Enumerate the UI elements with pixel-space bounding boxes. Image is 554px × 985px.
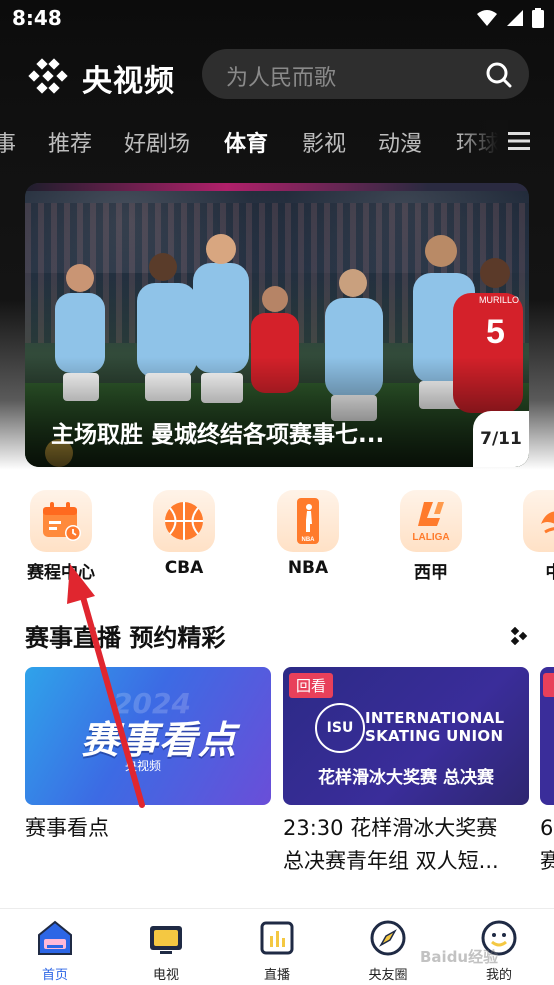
tv-icon [150,926,182,954]
banner-shade [25,357,529,467]
section-more-icon[interactable] [510,627,528,645]
quick-label: 赛程中心 [27,563,95,582]
csl-logo-icon [541,511,554,534]
replay-badge [543,673,554,697]
isu-line-1: INTERNATIONAL [365,709,505,727]
status-icons [476,8,544,28]
nav-community[interactable]: 央友圈 [348,919,428,983]
battery-icon [532,8,544,28]
tab-sports[interactable]: 体育 [224,126,268,158]
quick-label: CBA [164,558,204,578]
nav-label: 电视 [152,968,179,983]
quick-cba[interactable]: CBA [134,490,234,578]
quick-tile [30,490,92,552]
quick-tile [523,490,554,552]
card-headline: 赛事看点 [81,718,238,762]
card-caption[interactable]: 赛事看点 [25,812,109,845]
nav-label: 直播 [263,968,290,983]
nav-label: 央友圈 [368,968,408,983]
banner-title[interactable]: 主场取胜 曼城终结各项赛事七... [51,415,384,449]
calendar-clock-icon [43,502,81,541]
tab-drama[interactable]: 好剧场 [124,126,190,158]
tab-events[interactable]: 事 [0,126,16,158]
quick-label: 中 [504,558,554,582]
watermark: Baidu经验 [420,948,499,966]
tab-anime[interactable]: 动漫 [378,126,422,158]
nav-tv[interactable]: 电视 [126,919,206,983]
card-event-highlights[interactable]: 2024 赛事看点 央视频 [25,667,271,805]
card-figure-skating[interactable]: 回看 ISU INTERNATIONAL SKATING UNION 花样滑冰大… [283,667,529,805]
quick-schedule-center[interactable]: 赛程中心 [11,490,111,582]
search-input[interactable]: 为人民而歌 [202,49,529,99]
search-icon[interactable] [485,61,513,89]
quick-tile: NBA [277,490,339,552]
status-bar: 8:48 [0,0,554,36]
wifi-icon [477,10,497,26]
channel-tabs: 事 推荐 好剧场 体育 影视 动漫 环球 [0,120,554,164]
quick-csl[interactable]: 中 [504,490,554,582]
isu-logo-icon: ISU [315,703,365,753]
jersey-name: MURILLO [479,295,519,305]
app-name: 央视频 [82,64,175,99]
ad-strip [25,183,529,191]
laliga-logo-icon: LALIGA [412,502,450,543]
compass-icon [370,920,406,956]
nav-label: 首页 [41,968,68,983]
nba-logo-text: NBA [302,537,316,543]
nav-live[interactable]: 直播 [237,919,317,983]
card-caption[interactable]: 6 [540,812,553,845]
quick-tile [153,490,215,552]
app-header: 央视频 为人民而歌 [0,46,554,104]
hero-banner[interactable]: MURILLO 5 主场取胜 曼城终结各项赛事七... 7/11 [25,183,529,467]
nba-logo-icon: NBA [297,498,319,544]
card-brand: 央视频 [125,759,162,773]
quick-tile: LALIGA [400,490,462,552]
quick-label: 西甲 [414,563,448,582]
laliga-logo-text: LALIGA [412,532,449,543]
signal-icon [507,10,523,26]
quick-entries: 赛程中心 CBA NBA NBA LALIGA 西甲 [0,490,554,582]
quick-nba[interactable]: NBA NBA [258,490,358,578]
section-title: 赛事直播 预约精彩 [25,624,226,652]
cctv-video-logo-icon [28,58,68,94]
home-icon [38,920,72,955]
banner-page-indicator: 7/11 [473,411,529,467]
card-subtitle: 花样滑冰大奖赛 总决赛 [318,768,494,788]
replay-badge: 回看 [289,673,334,698]
menu-icon[interactable] [508,131,530,151]
tab-recommend[interactable]: 推荐 [48,126,92,158]
live-icon [260,921,294,955]
nav-home[interactable]: 首页 [15,919,95,983]
card-caption[interactable]: 总决赛青年组 双人短... [283,845,499,878]
basketball-icon [165,502,203,540]
card-caption[interactable]: 赛 [540,845,554,878]
status-time: 8:48 [12,6,62,30]
quick-laliga[interactable]: LALIGA 西甲 [381,490,481,582]
app-logo[interactable]: 央视频 [24,56,175,100]
quick-label: NBA [287,558,329,578]
card-caption[interactable]: 23:30 花样滑冰大奖赛 [283,812,497,845]
jersey-number: 5 [486,313,505,351]
search-placeholder: 为人民而歌 [226,66,337,91]
tab-fade [458,120,508,164]
tab-film[interactable]: 影视 [302,126,346,158]
isu-line-2: SKATING UNION [365,727,504,745]
card-partial[interactable] [540,667,554,805]
